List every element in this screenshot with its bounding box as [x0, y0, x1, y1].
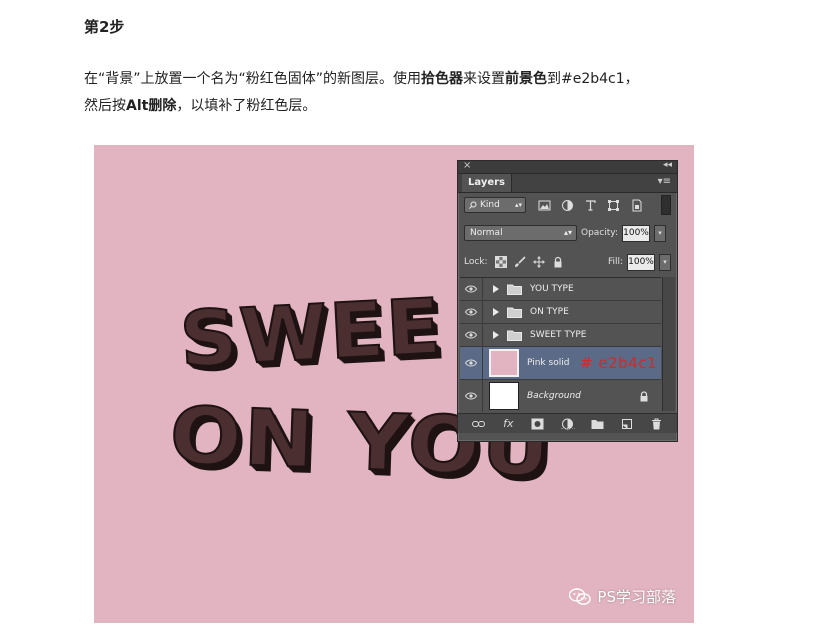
layers-scrollbar[interactable]: [662, 277, 675, 411]
watermark: PS学习部落: [569, 586, 676, 607]
panel-tab-bar: Layers ▾≡: [458, 174, 677, 193]
watermark-text: PS学习部落: [597, 588, 676, 606]
lock-transparent-pixels-icon[interactable]: [494, 256, 507, 268]
lock-position-move-icon[interactable]: [532, 256, 545, 268]
panel-menu-icon[interactable]: ▾≡: [658, 176, 671, 187]
lock-icon: [640, 390, 648, 401]
blend-row: Normal ▴▾ Opacity: 100% ▾: [464, 224, 671, 242]
eye-visibility-icon[interactable]: [460, 324, 483, 346]
shape-layer-filter-icon[interactable]: [607, 199, 620, 212]
opacity-dropdown-icon[interactable]: ▾: [654, 224, 666, 242]
fill-label: Fill:: [607, 257, 623, 267]
lock-row: Lock: Fill: 100% ▾: [464, 253, 671, 271]
collapse-icon[interactable]: ◂◂: [663, 160, 672, 170]
layer-row-group[interactable]: ON TYPE: [460, 301, 661, 324]
eye-visibility-icon[interactable]: [460, 301, 483, 323]
new-layer-icon[interactable]: [620, 418, 633, 430]
layer-row-selected[interactable]: Pink solid # e2b4c1: [460, 347, 661, 380]
blend-mode-select[interactable]: Normal ▴▾: [464, 225, 577, 241]
eye-visibility-icon[interactable]: [460, 380, 483, 412]
tab-layers[interactable]: Layers: [462, 174, 512, 192]
para-text: ，以填补了粉红色层。: [176, 98, 317, 114]
trash-delete-icon[interactable]: [650, 418, 663, 430]
para-text: 然后按: [84, 98, 126, 114]
pixel-layer-filter-icon[interactable]: [538, 199, 551, 212]
search-icon: [469, 201, 477, 209]
fx-layer-style-icon[interactable]: fx: [502, 417, 515, 430]
new-group-folder-icon[interactable]: [591, 418, 604, 430]
fill-input[interactable]: 100%: [627, 253, 655, 271]
para-text: 到#e2b4c1，: [547, 71, 639, 87]
smart-object-filter-icon[interactable]: [630, 199, 643, 212]
chevron-updown-icon: ▴▾: [563, 228, 572, 237]
step-title: 第2步: [84, 18, 125, 36]
expand-arrow-icon[interactable]: [493, 331, 499, 339]
layer-name: YOU TYPE: [530, 284, 574, 294]
hex-annotation: # e2b4c1: [580, 354, 657, 372]
link-layers-icon[interactable]: [472, 418, 486, 430]
wechat-icon: [569, 587, 592, 605]
layer-name: Background: [527, 391, 581, 401]
layer-thumbnail: [489, 382, 519, 410]
fill-dropdown-icon[interactable]: ▾: [659, 253, 671, 271]
layer-name: SWEET TYPE: [530, 330, 587, 340]
kind-filter-select[interactable]: Kind ▴▾: [464, 197, 526, 213]
folder-icon: [507, 284, 522, 295]
close-icon[interactable]: ×: [463, 160, 471, 171]
opacity-label: Opacity:: [581, 228, 618, 238]
panel-title-bar: × ◂◂: [458, 160, 677, 174]
lock-label: Lock:: [464, 257, 488, 267]
type-layer-filter-icon[interactable]: [584, 199, 597, 212]
add-mask-icon[interactable]: [531, 418, 544, 430]
layer-name: ON TYPE: [530, 307, 569, 317]
lock-image-pixels-brush-icon[interactable]: [514, 256, 526, 268]
eye-visibility-icon[interactable]: [460, 278, 483, 300]
para-bold-alt-delete: Alt删除: [126, 98, 177, 114]
resize-grip[interactable]: [560, 428, 575, 432]
folder-icon: [507, 330, 522, 341]
layer-row-group[interactable]: SWEET TYPE: [460, 324, 661, 347]
layer-thumbnail: [489, 349, 519, 377]
filter-toggle[interactable]: [661, 195, 671, 215]
opacity-input[interactable]: 100%: [622, 224, 650, 242]
eye-visibility-icon[interactable]: [460, 347, 483, 379]
kind-label: Kind: [480, 200, 500, 210]
para-text: 在“背景”上放置一个名为“粉红色固体”的新图层。使用: [84, 71, 422, 87]
filter-row: Kind ▴▾: [464, 195, 671, 215]
folder-icon: [507, 307, 522, 318]
chevron-updown-icon: ▴▾: [514, 201, 522, 209]
layers-panel: × ◂◂ Layers ▾≡ Kind ▴▾ Normal ▴▾ Opacity…: [457, 160, 678, 442]
layer-row-background[interactable]: Background: [460, 380, 661, 412]
layer-name: Pink solid: [527, 358, 570, 368]
para-bold-color-picker: 拾色器: [421, 71, 464, 87]
layer-row-group[interactable]: YOU TYPE: [460, 278, 661, 301]
expand-arrow-icon[interactable]: [493, 285, 499, 293]
adjustment-layer-filter-icon[interactable]: [561, 199, 574, 212]
para-text: 来设置: [463, 71, 506, 87]
instruction-paragraph: 在“背景”上放置一个名为“粉红色固体”的新图层。使用拾色器来设置前景色到#e2b…: [84, 66, 724, 120]
layers-list: YOU TYPE ON TYPE SWEET TYPE Pink solid #…: [460, 277, 661, 412]
blend-mode-value: Normal: [470, 228, 503, 238]
art-text-sweet: SWEE: [177, 280, 446, 385]
expand-arrow-icon[interactable]: [493, 308, 499, 316]
panel-bottom-bar: fx: [458, 413, 677, 433]
lock-all-icon[interactable]: [552, 256, 564, 268]
para-bold-foreground: 前景色: [505, 71, 548, 87]
